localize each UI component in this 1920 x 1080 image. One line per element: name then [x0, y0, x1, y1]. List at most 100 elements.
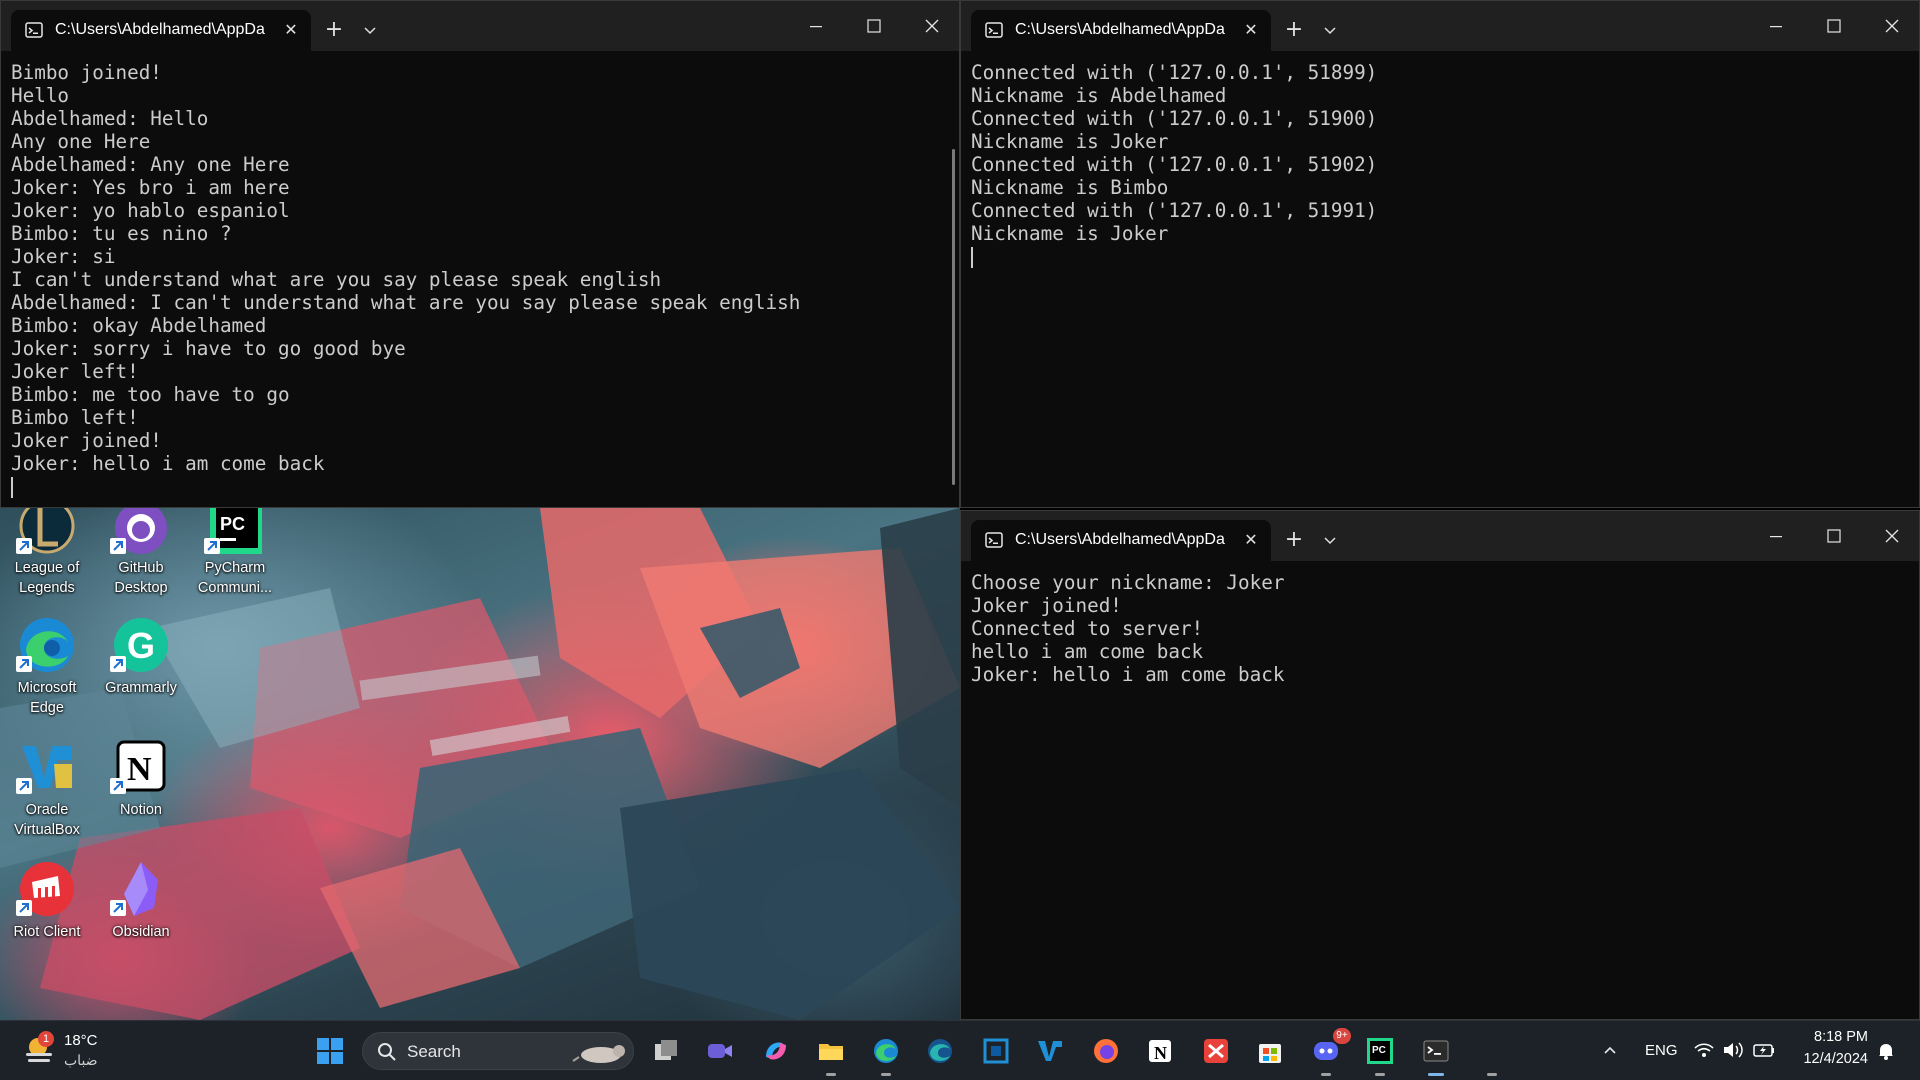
title-bar[interactable]: C:\Users\Abdelhamed\AppDa ✕ +	[1, 1, 959, 51]
taskbar-firefox[interactable]	[1086, 1031, 1126, 1071]
volume-icon[interactable]	[1722, 1040, 1744, 1060]
shortcut-arrow-icon	[110, 778, 126, 794]
maximize-button[interactable]	[851, 9, 897, 43]
shortcut-arrow-icon	[110, 656, 126, 672]
close-window-button[interactable]	[1869, 519, 1915, 553]
desktop-icon-grammarly[interactable]: G Grammarly	[96, 616, 186, 722]
taskbar-terminal[interactable]	[1416, 1031, 1456, 1076]
terminal-output[interactable]: Connected with ('127.0.0.1', 51899) Nick…	[971, 61, 1905, 507]
output-line: Bimbo: tu es nino ?	[11, 222, 232, 245]
running-indicator	[1321, 1073, 1331, 1076]
taskbar-copilot[interactable]	[756, 1031, 796, 1071]
taskbar-virtualbox-manager[interactable]	[1030, 1031, 1070, 1071]
scrollbar[interactable]	[952, 149, 955, 485]
terminal-output[interactable]: Choose your nickname: Joker Joker joined…	[971, 571, 1905, 1019]
taskbar-xmind[interactable]	[1196, 1031, 1236, 1071]
taskbar-virtualbox[interactable]	[976, 1031, 1016, 1071]
svg-text:PC: PC	[1372, 1045, 1386, 1056]
output-line: Abdelhamed: Any one Here	[11, 153, 290, 176]
chevron-down-icon[interactable]	[1319, 19, 1341, 41]
desktop-icon-label: Riot Client	[13, 924, 81, 940]
minimize-button[interactable]	[793, 9, 839, 43]
svg-text:N: N	[1154, 1043, 1167, 1063]
close-tab-icon[interactable]: ✕	[1241, 20, 1261, 40]
taskbar-task-view[interactable]	[646, 1031, 686, 1071]
terminal-tab[interactable]: C:\Users\Abdelhamed\AppDa ✕	[11, 10, 311, 51]
pycharm-icon: PC	[1367, 1038, 1393, 1064]
svg-text:N: N	[127, 751, 152, 788]
shortcut-arrow-icon	[110, 538, 126, 554]
shortcut-arrow-icon	[204, 538, 220, 554]
start-button[interactable]	[310, 1031, 350, 1071]
new-tab-button[interactable]: +	[1281, 17, 1307, 43]
output-line: Connected with ('127.0.0.1', 51991)	[971, 199, 1378, 222]
folder-icon	[819, 1044, 843, 1060]
terminal-icon	[1423, 1040, 1449, 1062]
terminal-output[interactable]: Bimbo joined! Hello Abdelhamed: Hello An…	[11, 61, 945, 507]
input-line[interactable]	[971, 245, 1905, 268]
wifi-icon[interactable]	[1693, 1040, 1715, 1060]
taskbar-edge-beta[interactable]	[920, 1031, 960, 1071]
close-tab-icon[interactable]: ✕	[281, 20, 301, 40]
terminal-icon	[985, 532, 1003, 548]
desktop-icon-league-of-legends[interactable]: League of Legends	[2, 498, 92, 614]
output-line: Nickname is Abdelhamed	[971, 84, 1227, 107]
desktop-icon-obsidian[interactable]: Obsidian	[96, 860, 186, 966]
running-indicator	[1375, 1073, 1385, 1076]
clock-date[interactable]: 12/4/2024	[1790, 1051, 1868, 1067]
svg-text:G: G	[127, 625, 155, 666]
desktop-icon-github-desktop[interactable]: GitHub Desktop	[96, 502, 186, 614]
close-window-button[interactable]	[909, 9, 955, 43]
terminal-window-client-abdelhamed[interactable]: C:\Users\Abdelhamed\AppDa ✕ + Bimbo join…	[0, 0, 960, 508]
output-line: Joker: si	[11, 245, 116, 268]
taskbar-microsoft-store[interactable]	[1250, 1031, 1290, 1071]
output-line: Abdelhamed: I can't understand what are …	[11, 291, 801, 314]
taskbar-file-explorer[interactable]	[811, 1031, 851, 1076]
maximize-button[interactable]	[1811, 519, 1857, 553]
taskbar-pycharm[interactable]: PC	[1360, 1031, 1400, 1076]
terminal-tab[interactable]: C:\Users\Abdelhamed\AppDa ✕	[971, 10, 1271, 51]
taskbar-meet[interactable]	[700, 1031, 740, 1071]
desktop-icon-microsoft-edge[interactable]: Microsoft Edge	[2, 616, 92, 722]
close-tab-icon[interactable]: ✕	[1241, 530, 1261, 550]
terminal-window-client-joker[interactable]: C:\Users\Abdelhamed\AppDa ✕ + Choose you…	[960, 510, 1920, 1020]
desktop-icon-label: League of Legends	[14, 560, 80, 596]
chevron-down-icon[interactable]	[1319, 529, 1341, 551]
taskbar-hidden-app[interactable]	[1472, 1031, 1512, 1076]
desktop-icon-riot-client[interactable]: Riot Client	[2, 860, 92, 966]
taskbar-edge[interactable]	[866, 1031, 906, 1076]
output-line: Joker: hello i am come back	[971, 663, 1285, 686]
search-icon	[378, 1043, 396, 1061]
chevron-down-icon[interactable]	[359, 19, 381, 41]
new-tab-button[interactable]: +	[1281, 527, 1307, 553]
desktop-icon-notion[interactable]: N Notion	[96, 738, 186, 844]
terminal-window-server[interactable]: C:\Users\Abdelhamed\AppDa ✕ + Connected …	[960, 0, 1920, 508]
title-bar[interactable]: C:\Users\Abdelhamed\AppDa ✕ +	[961, 511, 1919, 561]
maximize-button[interactable]	[1811, 9, 1857, 43]
clock-time[interactable]: 8:18 PM	[1796, 1029, 1868, 1045]
taskbar-notion[interactable]: N	[1140, 1031, 1180, 1071]
minimize-button[interactable]	[1753, 9, 1799, 43]
weather-widget[interactable]: 1 18°C ضباب	[20, 1029, 130, 1073]
search-highlight-icon	[572, 1045, 625, 1063]
weather-temperature: 18°C	[64, 1032, 98, 1049]
language-indicator[interactable]: ENG	[1645, 1042, 1678, 1059]
windows-icon	[317, 1038, 343, 1064]
input-line[interactable]	[11, 475, 945, 498]
terminal-tab[interactable]: C:\Users\Abdelhamed\AppDa ✕	[971, 520, 1271, 561]
minimize-button[interactable]	[1753, 519, 1799, 553]
chevron-up-icon[interactable]	[1601, 1042, 1619, 1060]
taskbar-search[interactable]: Search	[362, 1032, 634, 1070]
new-tab-button[interactable]: +	[321, 17, 347, 43]
output-line: Joker: hello i am come back	[11, 452, 325, 475]
notification-bell-icon[interactable]	[1876, 1041, 1896, 1061]
close-window-button[interactable]	[1869, 9, 1915, 43]
text-cursor	[971, 247, 973, 268]
desktop-icon-pycharm[interactable]: PC PyCharm Communi...	[190, 508, 280, 614]
desktop-icon-oracle-virtualbox[interactable]: Oracle VirtualBox	[2, 738, 92, 844]
taskbar-discord[interactable]: 9+	[1306, 1028, 1351, 1076]
output-line: Nickname is Joker	[971, 222, 1169, 245]
output-line: Joker joined!	[11, 429, 162, 452]
title-bar[interactable]: C:\Users\Abdelhamed\AppDa ✕ +	[961, 1, 1919, 51]
battery-charging-icon[interactable]	[1752, 1040, 1776, 1060]
